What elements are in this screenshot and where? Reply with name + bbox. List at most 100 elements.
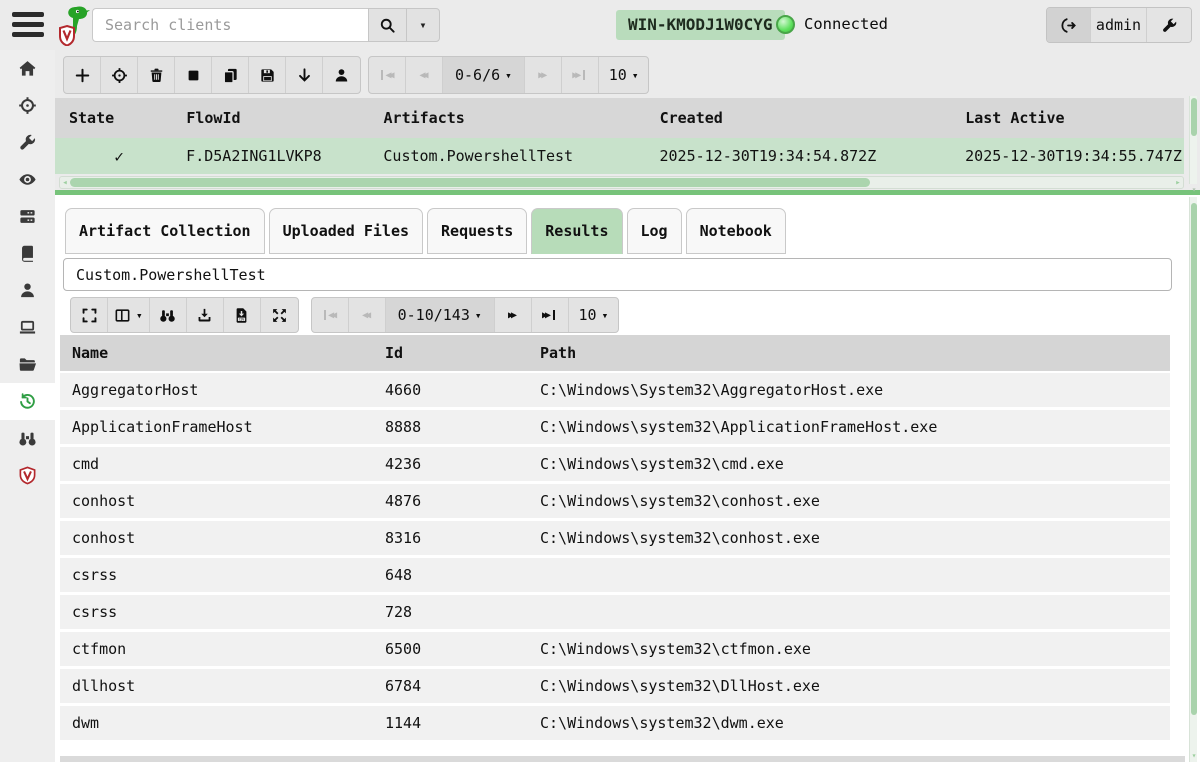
logout-button[interactable] bbox=[1047, 8, 1091, 42]
sidebar-item-servers[interactable] bbox=[0, 198, 55, 235]
page-last-button[interactable]: ▶▶ bbox=[532, 298, 569, 332]
crosshair-button[interactable] bbox=[101, 57, 138, 93]
stop-button[interactable] bbox=[175, 57, 212, 93]
fullscreen-icon bbox=[81, 307, 98, 324]
table-row[interactable]: conhost8316C:\Windows\system32\conhost.e… bbox=[60, 521, 1170, 555]
table-row[interactable]: csrss648 bbox=[60, 558, 1170, 592]
scrollbar-thumb[interactable] bbox=[1191, 98, 1197, 136]
results-table-body: AggregatorHost4660C:\Windows\System32\Ag… bbox=[60, 373, 1170, 740]
person-icon bbox=[333, 67, 350, 84]
page-prev-button[interactable]: ◀◀ bbox=[349, 298, 386, 332]
sidebar-item-eye[interactable] bbox=[0, 161, 55, 198]
username-label[interactable]: admin bbox=[1091, 8, 1147, 42]
columns-button[interactable]: ▾ bbox=[108, 298, 150, 332]
page-first-button[interactable]: ◀◀ bbox=[369, 57, 406, 93]
table-row[interactable]: ctfmon6500C:\Windows\system32\ctfmon.exe bbox=[60, 632, 1170, 666]
scroll-left-icon[interactable]: ◂ bbox=[60, 178, 70, 188]
page-next-button[interactable]: ▶▶ bbox=[525, 57, 562, 93]
trash-button[interactable] bbox=[138, 57, 175, 93]
tab-log[interactable]: Log bbox=[627, 208, 682, 254]
cell: C:\Windows\system32\ApplicationFrameHost… bbox=[540, 418, 1170, 436]
column-header-state: State bbox=[55, 109, 183, 127]
tab-artifact-collection[interactable]: Artifact Collection bbox=[65, 208, 265, 254]
tab-requests[interactable]: Requests bbox=[427, 208, 527, 254]
scrollbar-thumb[interactable] bbox=[1191, 203, 1197, 715]
table-row[interactable]: AggregatorHost4660C:\Windows\System32\Ag… bbox=[60, 373, 1170, 407]
flows-vertical-scrollbar[interactable]: ▾ bbox=[1189, 96, 1197, 184]
sidebar-item-binoculars[interactable] bbox=[0, 420, 55, 457]
laptop-icon bbox=[18, 318, 37, 337]
cell: dwm bbox=[60, 714, 385, 732]
caret-down-icon: ▾ bbox=[136, 309, 143, 322]
binoculars-icon bbox=[18, 429, 37, 448]
page-range-dropdown[interactable]: 0-6/6▾ bbox=[443, 57, 525, 93]
page-size-dropdown[interactable]: 10▾ bbox=[599, 57, 649, 93]
trash-icon bbox=[148, 67, 165, 84]
hamburger-menu-icon[interactable] bbox=[12, 12, 44, 38]
scrollbar-thumb[interactable] bbox=[70, 178, 870, 187]
search-input[interactable] bbox=[92, 8, 368, 42]
table-row[interactable]: cmd4236C:\Windows\system32\cmd.exe bbox=[60, 447, 1170, 481]
flows-pagination: ◀◀ ◀◀ 0-6/6▾ ▶▶ ▶▶ 10▾ bbox=[368, 56, 649, 94]
client-id-badge[interactable]: WIN-KMODJ1W0CYG bbox=[616, 10, 785, 40]
page-range-dropdown[interactable]: 0-10/143▾ bbox=[386, 298, 495, 332]
wrench-icon bbox=[18, 133, 37, 152]
fullscreen-button[interactable] bbox=[71, 298, 108, 332]
cell: C:\Windows\system32\ctfmon.exe bbox=[540, 640, 1170, 658]
artifact-select-input[interactable] bbox=[63, 258, 1172, 291]
search-options-button[interactable]: ▾ bbox=[406, 8, 440, 42]
connection-status-icon bbox=[776, 15, 795, 34]
flow-state-cell: ✓ bbox=[55, 147, 183, 166]
flow-row-selected[interactable]: ✓ F.D5A2ING1LVKP8 Custom.PowershellTest … bbox=[55, 138, 1184, 174]
table-row[interactable]: csrss728 bbox=[60, 595, 1170, 629]
cell: conhost bbox=[60, 492, 385, 510]
page-size-dropdown[interactable]: 10▾ bbox=[569, 298, 619, 332]
table-row[interactable]: dllhost6784C:\Windows\system32\DllHost.e… bbox=[60, 669, 1170, 703]
scroll-down-icon[interactable]: ▾ bbox=[1190, 751, 1198, 760]
person-button[interactable] bbox=[323, 57, 360, 93]
sidebar-item-shield-v[interactable] bbox=[0, 457, 55, 494]
tab-results[interactable]: Results bbox=[531, 208, 622, 254]
sidebar-item-history[interactable] bbox=[0, 383, 55, 420]
tab-notebook[interactable]: Notebook bbox=[686, 208, 786, 254]
table-row[interactable]: dwm1144C:\Windows\system32\dwm.exe bbox=[60, 706, 1170, 740]
cell: ApplicationFrameHost bbox=[60, 418, 385, 436]
cell: 728 bbox=[385, 603, 540, 621]
csv-button[interactable]: CSV bbox=[224, 298, 261, 332]
results-horizontal-scrollbar[interactable] bbox=[60, 756, 1185, 762]
binoculars-button[interactable] bbox=[150, 298, 187, 332]
scroll-down-icon[interactable]: ▾ bbox=[1190, 185, 1198, 194]
copy-button[interactable] bbox=[212, 57, 249, 93]
page-prev-button[interactable]: ◀◀ bbox=[406, 57, 443, 93]
sidebar-item-home[interactable] bbox=[0, 50, 55, 87]
sidebar-item-laptop[interactable] bbox=[0, 309, 55, 346]
download-button[interactable] bbox=[187, 298, 224, 332]
table-row[interactable]: conhost4876C:\Windows\system32\conhost.e… bbox=[60, 484, 1170, 518]
sidebar-item-book[interactable] bbox=[0, 235, 55, 272]
sidebar-item-wrench[interactable] bbox=[0, 124, 55, 161]
flows-horizontal-scrollbar[interactable]: ◂ ▸ bbox=[59, 176, 1184, 189]
cell: csrss bbox=[60, 566, 385, 584]
sidebar-item-folder-open[interactable] bbox=[0, 346, 55, 383]
scroll-right-icon[interactable]: ▸ bbox=[1173, 178, 1183, 188]
expand-button[interactable] bbox=[261, 298, 298, 332]
tab-uploaded-files[interactable]: Uploaded Files bbox=[269, 208, 423, 254]
sidebar-item-person[interactable] bbox=[0, 272, 55, 309]
flow-created-cell: 2025-12-30T19:34:54.872Z bbox=[656, 147, 962, 165]
results-vertical-scrollbar[interactable]: ▾ bbox=[1189, 197, 1197, 762]
plus-button[interactable] bbox=[64, 57, 101, 93]
person-icon bbox=[18, 281, 37, 300]
arrow-down-button[interactable] bbox=[286, 57, 323, 93]
csv-icon: CSV bbox=[233, 307, 250, 324]
results-pagination: ◀◀ ◀◀ 0-10/143▾ ▶▶ ▶▶ 10▾ bbox=[311, 297, 620, 333]
cell: 4876 bbox=[385, 492, 540, 510]
page-next-button[interactable]: ▶▶ bbox=[495, 298, 532, 332]
table-row[interactable]: ApplicationFrameHost8888C:\Windows\syste… bbox=[60, 410, 1170, 444]
search-button[interactable] bbox=[368, 8, 406, 42]
page-last-button[interactable]: ▶▶ bbox=[562, 57, 599, 93]
cell: C:\Windows\system32\conhost.exe bbox=[540, 492, 1170, 510]
sidebar-item-crosshair[interactable] bbox=[0, 87, 55, 124]
user-settings-button[interactable] bbox=[1147, 8, 1191, 42]
page-first-button[interactable]: ◀◀ bbox=[312, 298, 349, 332]
save-button[interactable] bbox=[249, 57, 286, 93]
